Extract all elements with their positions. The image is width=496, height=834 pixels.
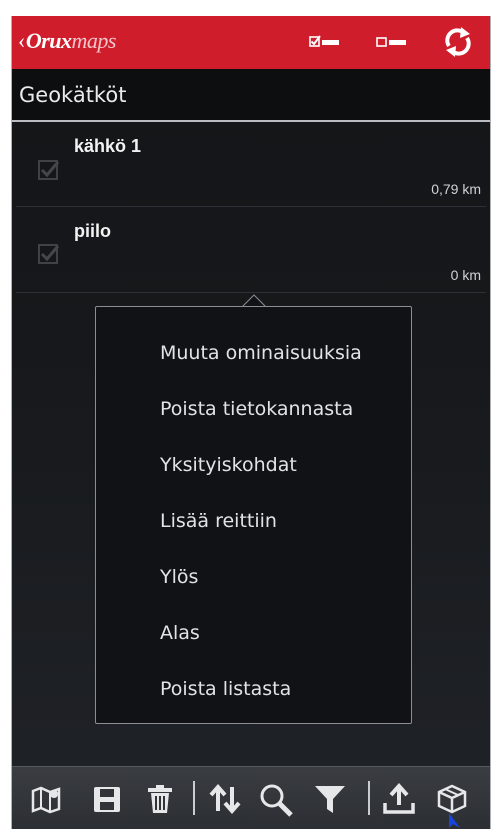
list-item[interactable]: piilo 0 km xyxy=(12,207,490,292)
mouse-cursor-icon xyxy=(448,812,464,834)
upload-icon[interactable] xyxy=(382,782,416,820)
search-icon[interactable] xyxy=(259,783,295,822)
sync-icon[interactable] xyxy=(442,26,474,63)
menu-item-move-down[interactable]: Alas xyxy=(160,622,200,644)
select-all-icon[interactable] xyxy=(309,34,341,57)
toolbar-divider xyxy=(368,781,370,815)
deselect-all-icon[interactable] xyxy=(376,34,408,57)
menu-item-remove-from-list[interactable]: Poista listasta xyxy=(160,678,291,700)
page-title: Geokätköt xyxy=(19,83,127,107)
row-divider xyxy=(16,292,486,293)
map-icon[interactable] xyxy=(30,783,62,820)
bottom-toolbar xyxy=(12,766,490,829)
menu-item-edit-properties[interactable]: Muuta ominaisuuksia xyxy=(160,342,362,364)
list-header: Geokätköt xyxy=(12,69,490,121)
item-distance: 0,79 km xyxy=(431,181,481,197)
item-distance: 0 km xyxy=(450,267,481,283)
up-chevron-icon: ‹ xyxy=(18,28,25,53)
menu-item-details[interactable]: Yksityiskohdat xyxy=(160,454,297,476)
sort-icon[interactable] xyxy=(208,783,242,820)
action-bar: ‹Oruxmaps xyxy=(12,16,490,69)
trash-icon[interactable] xyxy=(145,783,175,820)
toolbar-divider xyxy=(193,781,195,815)
logo-suffix: maps xyxy=(71,28,117,53)
list-item[interactable]: kähkö 1 0,79 km xyxy=(12,122,490,206)
item-name: piilo xyxy=(74,221,111,241)
save-icon[interactable] xyxy=(91,783,123,820)
item-name: kähkö 1 xyxy=(74,136,142,156)
context-menu: Muuta ominaisuuksia Poista tietokannasta… xyxy=(95,306,412,724)
filter-icon[interactable] xyxy=(313,783,347,820)
menu-item-delete-from-database[interactable]: Poista tietokannasta xyxy=(160,398,353,420)
menu-item-add-to-route[interactable]: Lisää reittiin xyxy=(160,510,277,532)
app-logo[interactable]: ‹Oruxmaps xyxy=(18,28,116,54)
checkbox-icon[interactable] xyxy=(38,158,62,187)
logo-prefix: Orux xyxy=(25,28,72,53)
checkbox-icon[interactable] xyxy=(38,242,62,271)
menu-item-move-up[interactable]: Ylös xyxy=(160,566,198,588)
app-screen: ‹Oruxmaps Geokätköt kähkö 1 0,79 km piil… xyxy=(11,16,491,829)
